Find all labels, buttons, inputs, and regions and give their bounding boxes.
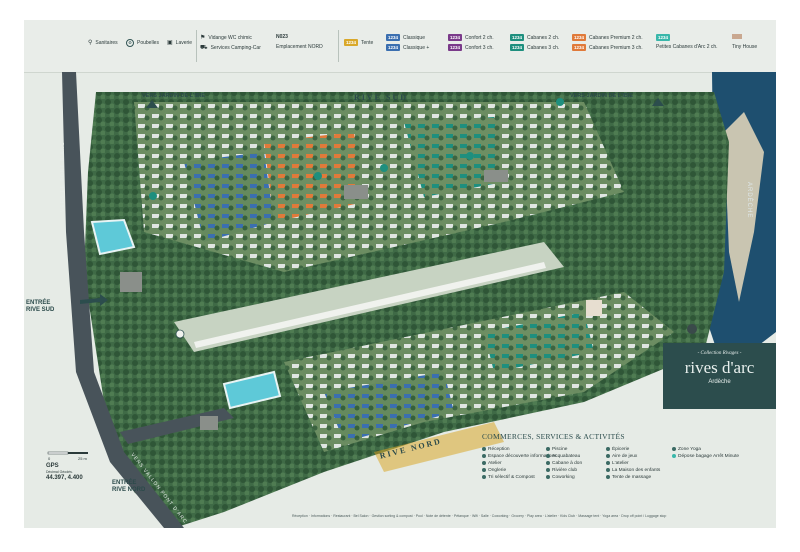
legend-tente: Tente <box>361 39 374 46</box>
services-col2: Piscine Acquabateau Cabane à don Rivière… <box>546 446 582 481</box>
legend-confort2: Confort 2 ch. <box>465 34 494 41</box>
badge-classique-plus: 1234 <box>386 44 401 51</box>
legend-vidange: Vidange WC chimic <box>208 34 252 41</box>
service-item: Coworking <box>546 474 582 481</box>
label-entree-nord: ENTRÉE RIVE NORD <box>112 480 145 494</box>
entree-sud-line1: ENTRÉE <box>26 300 51 306</box>
service-item: La Maison des enfants <box>606 467 660 474</box>
bin-icon: ♻ <box>126 39 134 47</box>
entree-nord-line2: RIVE NORD <box>112 487 146 493</box>
badge-confort2: 1234 <box>448 34 463 41</box>
badge-petites: 1234 <box>656 34 671 41</box>
legend-laverie: Laverie <box>175 39 193 46</box>
badge-confort3: 1234 <box>448 44 463 51</box>
services-col3: Épicerie Aire de jeux L'atelier La Maiso… <box>606 446 660 481</box>
label-rive-sud: RIVE SUD <box>354 93 409 102</box>
gps-block: GPS Décimal Géodés. 44.397, 4.400 <box>46 463 83 482</box>
legend-n023: N023 <box>276 34 288 40</box>
legend-emplacement-nord: Emplacement NORD <box>276 44 323 50</box>
service-item: Aire de jeux <box>606 453 660 460</box>
building-reception <box>120 272 142 292</box>
service-item: Cabane à don <box>546 460 582 467</box>
label-ardeche: ARDÈCHE <box>746 182 752 219</box>
service-item: Piscine <box>546 446 582 453</box>
brand-card: - Collection Rivages - rives d'arc Ardèc… <box>663 343 776 409</box>
service-item: L'atelier <box>606 460 660 467</box>
scale-max: 25 m <box>78 456 87 461</box>
tiny-house-icon <box>732 34 742 39</box>
scale-zero: 0 <box>48 456 51 461</box>
badge-cabanes3: 1234 <box>510 44 525 51</box>
services-col4: Zone Yoga Dépose bagage Arrêt Minute <box>672 446 739 460</box>
legend-poubelles: Poubelles <box>137 40 159 46</box>
laundry-icon: ▣ <box>167 40 173 46</box>
legend-classique: Classique <box>403 34 425 41</box>
entree-nord-line1: ENTRÉE <box>112 480 137 486</box>
entree-sud-line2: RIVE SUD <box>26 307 55 313</box>
legend-premium3: Cabanes Premium 3 ch. <box>589 44 643 51</box>
legend-cabanes3: Cabanes 3 ch. <box>527 44 560 51</box>
services-title: COMMERCES, SERVICES & ACTIVITÉS <box>482 432 625 441</box>
legend-cabanes2: Cabanes 2 ch. <box>527 34 560 41</box>
legend-bar: ⚲ Sanitaires ♻ Poubelles ▣ Laverie ⚑ Vidange… <box>24 20 776 73</box>
legend-tiny: Tiny House <box>732 44 758 50</box>
footer-legend: Réception · Informations · Restaurant · … <box>292 514 667 518</box>
label-road-left: VERS LE PONT D'ARC <box>60 141 66 212</box>
badge-premium3: 1234 <box>572 44 587 51</box>
building-center <box>344 185 368 199</box>
brand-collection: - Collection Rivages - <box>697 351 742 356</box>
badge-tente: 1234 <box>344 39 359 46</box>
legend-classique-plus: Classique + <box>403 44 430 51</box>
camper-icon: ⛟ <box>200 45 208 51</box>
brand-region: Ardèche <box>708 379 731 385</box>
service-item: Acquabateau <box>546 453 582 460</box>
label-vers-jardin-left: VERS JARDIN DE L'IBIE <box>142 93 206 99</box>
legend-premium2: Cabanes Premium 2 ch. <box>589 34 643 41</box>
gps-title: GPS <box>46 463 59 469</box>
badge-classique: 1234 <box>386 34 401 41</box>
legend-services-cc: Services Camping-Car <box>210 45 261 51</box>
service-item: Rivière club <box>546 467 582 474</box>
service-item: Épicerie <box>606 446 660 453</box>
badge-cabanes2: 1234 <box>510 34 525 41</box>
service-item: Dépose bagage Arrêt Minute <box>672 453 739 460</box>
vidange-icon: ⚑ <box>200 35 206 41</box>
map-frame: ⚲ Sanitaires ♻ Poubelles ▣ Laverie ⚑ Vidange… <box>24 20 776 528</box>
label-vers-jardin-right: VERS JARDIN DE L'IBIE <box>570 93 634 99</box>
legend-confort3: Confort 3 ch. <box>465 44 494 51</box>
brand-name: rives d'arc <box>684 358 755 377</box>
services-panel: COMMERCES, SERVICES & ACTIVITÉS Réceptio… <box>482 432 746 502</box>
label-entree-sud: ENTRÉE RIVE SUD <box>26 300 54 314</box>
service-item: Tente de massage <box>606 474 660 481</box>
building-north-east <box>586 300 602 316</box>
badge-premium2: 1234 <box>572 34 587 41</box>
legend-petites: Petites Cabanes d'Arc 2 ch. <box>656 44 718 50</box>
legend-sanitaires: Sanitaires <box>95 39 118 46</box>
service-item: Zone Yoga <box>672 446 739 453</box>
sanitaires-icon: ⚲ <box>88 40 93 46</box>
gps-coords: 44.397, 4.400 <box>46 475 83 481</box>
